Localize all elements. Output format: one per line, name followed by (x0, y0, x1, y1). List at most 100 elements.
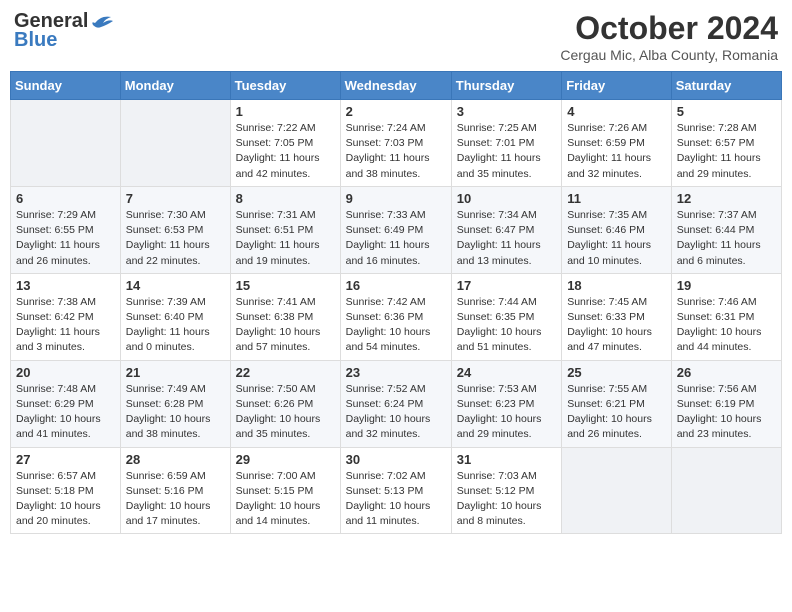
day-number: 30 (346, 452, 446, 467)
day-info: Sunrise: 7:33 AM Sunset: 6:49 PM Dayligh… (346, 208, 446, 269)
calendar-cell: 23 Sunrise: 7:52 AM Sunset: 6:24 PM Dayli… (340, 360, 451, 447)
calendar-cell: 4 Sunrise: 7:26 AM Sunset: 6:59 PM Daylig… (562, 100, 672, 187)
day-info: Sunrise: 7:56 AM Sunset: 6:19 PM Dayligh… (677, 382, 776, 443)
day-header-thursday: Thursday (451, 72, 561, 100)
day-number: 16 (346, 278, 446, 293)
calendar-cell: 18 Sunrise: 7:45 AM Sunset: 6:33 PM Dayli… (562, 273, 672, 360)
day-number: 28 (126, 452, 225, 467)
day-number: 27 (16, 452, 115, 467)
day-number: 7 (126, 191, 225, 206)
day-info: Sunrise: 7:38 AM Sunset: 6:42 PM Dayligh… (16, 295, 115, 356)
day-info: Sunrise: 7:46 AM Sunset: 6:31 PM Dayligh… (677, 295, 776, 356)
day-info: Sunrise: 7:50 AM Sunset: 6:26 PM Dayligh… (236, 382, 335, 443)
day-number: 13 (16, 278, 115, 293)
day-info: Sunrise: 7:42 AM Sunset: 6:36 PM Dayligh… (346, 295, 446, 356)
week-row-1: 1Sunrise: 7:22 AM Sunset: 7:05 PM Daylig… (11, 100, 782, 187)
day-info: Sunrise: 7:41 AM Sunset: 6:38 PM Dayligh… (236, 295, 335, 356)
calendar-cell: 26 Sunrise: 7:56 AM Sunset: 6:19 PM Dayli… (671, 360, 781, 447)
day-number: 23 (346, 365, 446, 380)
day-number: 14 (126, 278, 225, 293)
day-info: Sunrise: 7:45 AM Sunset: 6:33 PM Dayligh… (567, 295, 666, 356)
day-number: 31 (457, 452, 556, 467)
day-number: 6 (16, 191, 115, 206)
calendar-cell (120, 100, 230, 187)
day-number: 25 (567, 365, 666, 380)
day-info: Sunrise: 7:31 AM Sunset: 6:51 PM Dayligh… (236, 208, 335, 269)
day-info: Sunrise: 7:52 AM Sunset: 6:24 PM Dayligh… (346, 382, 446, 443)
day-number: 18 (567, 278, 666, 293)
day-header-tuesday: Tuesday (230, 72, 340, 100)
day-info: Sunrise: 7:44 AM Sunset: 6:35 PM Dayligh… (457, 295, 556, 356)
day-number: 1 (236, 104, 335, 119)
day-info: Sunrise: 7:28 AM Sunset: 6:57 PM Dayligh… (677, 121, 776, 182)
day-info: Sunrise: 7:25 AM Sunset: 7:01 PM Dayligh… (457, 121, 556, 182)
calendar-cell (11, 100, 121, 187)
day-info: Sunrise: 7:00 AM Sunset: 5:15 PM Dayligh… (236, 469, 335, 530)
week-row-4: 20 Sunrise: 7:48 AM Sunset: 6:29 PM Dayli… (11, 360, 782, 447)
calendar-cell: 7 Sunrise: 7:30 AM Sunset: 6:53 PM Daylig… (120, 186, 230, 273)
calendar-cell: 1Sunrise: 7:22 AM Sunset: 7:05 PM Daylig… (230, 100, 340, 187)
calendar-cell: 27 Sunrise: 6:57 AM Sunset: 5:18 PM Dayli… (11, 447, 121, 534)
logo-blue-text: Blue (14, 29, 57, 52)
week-row-2: 6Sunrise: 7:29 AM Sunset: 6:55 PM Daylig… (11, 186, 782, 273)
calendar-cell: 31 Sunrise: 7:03 AM Sunset: 5:12 PM Dayli… (451, 447, 561, 534)
day-header-saturday: Saturday (671, 72, 781, 100)
calendar-cell: 15 Sunrise: 7:41 AM Sunset: 6:38 PM Dayli… (230, 273, 340, 360)
calendar-cell: 6Sunrise: 7:29 AM Sunset: 6:55 PM Daylig… (11, 186, 121, 273)
day-info: Sunrise: 7:02 AM Sunset: 5:13 PM Dayligh… (346, 469, 446, 530)
day-info: Sunrise: 6:59 AM Sunset: 5:16 PM Dayligh… (126, 469, 225, 530)
month-title: October 2024 (560, 10, 778, 47)
calendar-cell: 24 Sunrise: 7:53 AM Sunset: 6:23 PM Dayli… (451, 360, 561, 447)
day-header-sunday: Sunday (11, 72, 121, 100)
calendar-cell: 13 Sunrise: 7:38 AM Sunset: 6:42 PM Dayli… (11, 273, 121, 360)
calendar-cell: 2 Sunrise: 7:24 AM Sunset: 7:03 PM Daylig… (340, 100, 451, 187)
day-info: Sunrise: 7:30 AM Sunset: 6:53 PM Dayligh… (126, 208, 225, 269)
day-header-monday: Monday (120, 72, 230, 100)
day-info: Sunrise: 7:26 AM Sunset: 6:59 PM Dayligh… (567, 121, 666, 182)
day-number: 22 (236, 365, 335, 380)
day-number: 10 (457, 191, 556, 206)
calendar-cell: 3 Sunrise: 7:25 AM Sunset: 7:01 PM Daylig… (451, 100, 561, 187)
day-number: 12 (677, 191, 776, 206)
calendar-cell: 11Sunrise: 7:35 AM Sunset: 6:46 PM Dayli… (562, 186, 672, 273)
week-row-3: 13 Sunrise: 7:38 AM Sunset: 6:42 PM Dayli… (11, 273, 782, 360)
day-number: 26 (677, 365, 776, 380)
day-info: Sunrise: 7:48 AM Sunset: 6:29 PM Dayligh… (16, 382, 115, 443)
day-number: 2 (346, 104, 446, 119)
day-info: Sunrise: 7:49 AM Sunset: 6:28 PM Dayligh… (126, 382, 225, 443)
day-info: Sunrise: 7:39 AM Sunset: 6:40 PM Dayligh… (126, 295, 225, 356)
day-header-friday: Friday (562, 72, 672, 100)
calendar-cell: 12Sunrise: 7:37 AM Sunset: 6:44 PM Dayli… (671, 186, 781, 273)
title-area: October 2024 Cergau Mic, Alba County, Ro… (560, 10, 778, 63)
day-number: 21 (126, 365, 225, 380)
day-info: Sunrise: 7:24 AM Sunset: 7:03 PM Dayligh… (346, 121, 446, 182)
day-number: 20 (16, 365, 115, 380)
calendar-cell: 9 Sunrise: 7:33 AM Sunset: 6:49 PM Daylig… (340, 186, 451, 273)
day-info: Sunrise: 6:57 AM Sunset: 5:18 PM Dayligh… (16, 469, 115, 530)
calendar-cell: 10 Sunrise: 7:34 AM Sunset: 6:47 PM Dayli… (451, 186, 561, 273)
day-number: 4 (567, 104, 666, 119)
calendar-cell (671, 447, 781, 534)
calendar-cell: 21 Sunrise: 7:49 AM Sunset: 6:28 PM Dayli… (120, 360, 230, 447)
day-number: 3 (457, 104, 556, 119)
day-number: 5 (677, 104, 776, 119)
calendar-cell: 28 Sunrise: 6:59 AM Sunset: 5:16 PM Dayli… (120, 447, 230, 534)
calendar-cell: 30 Sunrise: 7:02 AM Sunset: 5:13 PM Dayli… (340, 447, 451, 534)
day-number: 9 (346, 191, 446, 206)
day-info: Sunrise: 7:34 AM Sunset: 6:47 PM Dayligh… (457, 208, 556, 269)
day-info: Sunrise: 7:53 AM Sunset: 6:23 PM Dayligh… (457, 382, 556, 443)
day-number: 29 (236, 452, 335, 467)
location-text: Cergau Mic, Alba County, Romania (560, 47, 778, 63)
logo-bird-icon (91, 13, 113, 31)
day-number: 24 (457, 365, 556, 380)
calendar-cell: 17 Sunrise: 7:44 AM Sunset: 6:35 PM Dayli… (451, 273, 561, 360)
day-number: 11 (567, 191, 666, 206)
calendar-cell: 5 Sunrise: 7:28 AM Sunset: 6:57 PM Daylig… (671, 100, 781, 187)
calendar-cell: 29 Sunrise: 7:00 AM Sunset: 5:15 PM Dayli… (230, 447, 340, 534)
calendar-cell (562, 447, 672, 534)
calendar-cell: 25Sunrise: 7:55 AM Sunset: 6:21 PM Dayli… (562, 360, 672, 447)
day-number: 15 (236, 278, 335, 293)
calendar-cell: 16 Sunrise: 7:42 AM Sunset: 6:36 PM Dayli… (340, 273, 451, 360)
day-number: 17 (457, 278, 556, 293)
day-info: Sunrise: 7:03 AM Sunset: 5:12 PM Dayligh… (457, 469, 556, 530)
